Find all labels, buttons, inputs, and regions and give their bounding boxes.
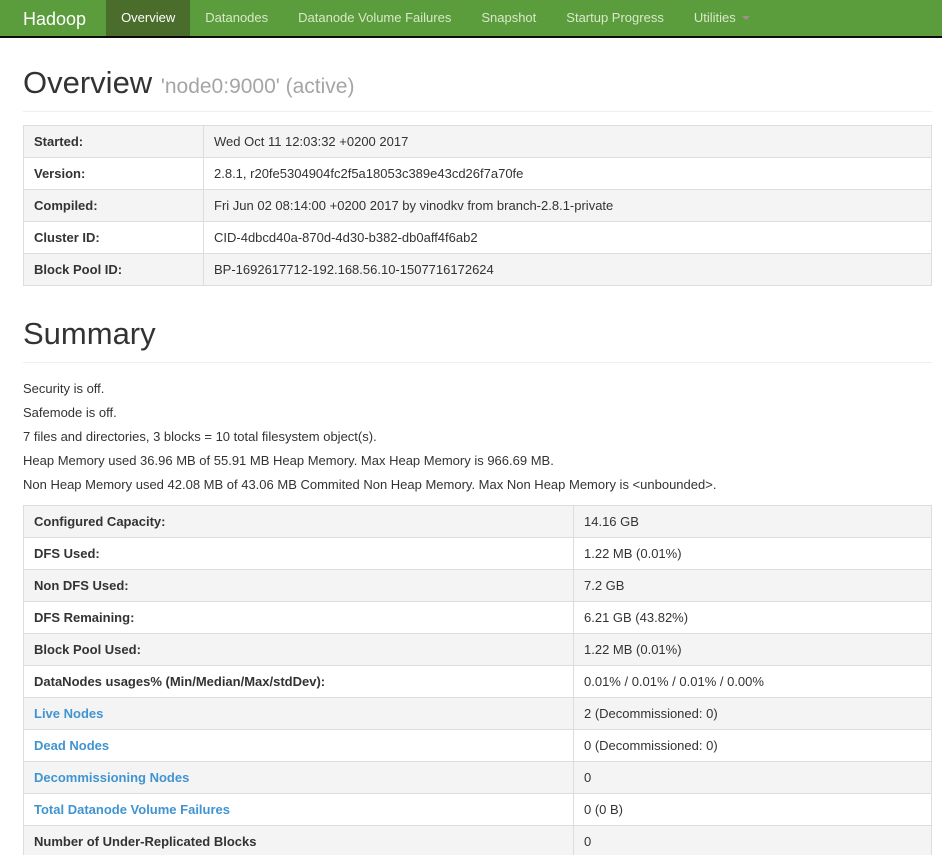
- total-datanode-volume-failures-link[interactable]: Total Datanode Volume Failures: [34, 802, 230, 817]
- table-row: DFS Remaining: 6.21 GB (43.82%): [23, 601, 932, 634]
- hadoop-brand-link[interactable]: Hadoop: [0, 0, 106, 36]
- table-row: DataNodes usages% (Min/Median/Max/stdDev…: [23, 665, 932, 698]
- row-value-started: Wed Oct 11 12:03:32 +0200 2017: [203, 125, 932, 158]
- chevron-down-icon: [741, 16, 750, 20]
- tab-datanode-volume-failures[interactable]: Datanode Volume Failures: [283, 0, 466, 36]
- table-row: Block Pool Used: 1.22 MB (0.01%): [23, 633, 932, 666]
- title-divider: [23, 111, 932, 112]
- table-row: Non DFS Used: 7.2 GB: [23, 569, 932, 602]
- decommissioning-nodes-link[interactable]: Decommissioning Nodes: [34, 770, 189, 785]
- row-value-block-pool-id: BP-1692617712-192.168.56.10-150771617262…: [203, 253, 932, 286]
- row-label-datanodes-usages: DataNodes usages% (Min/Median/Max/stdDev…: [23, 665, 574, 698]
- live-nodes-link[interactable]: Live Nodes: [34, 706, 103, 721]
- table-row: Total Datanode Volume Failures 0 (0 B): [23, 793, 932, 826]
- row-value-under-replicated-blocks: 0: [573, 825, 932, 855]
- tab-datanodes[interactable]: Datanodes: [190, 0, 283, 36]
- security-status-text: Security is off.: [23, 381, 105, 396]
- table-row: Decommissioning Nodes 0: [23, 761, 932, 794]
- row-label-dfs-remaining: DFS Remaining:: [23, 601, 574, 634]
- row-value-block-pool-used: 1.22 MB (0.01%): [573, 633, 932, 666]
- row-label-non-dfs-used: Non DFS Used:: [23, 569, 574, 602]
- summary-divider: [23, 362, 932, 363]
- tab-startup-progress[interactable]: Startup Progress: [551, 0, 679, 36]
- row-value-decommissioning-nodes: 0: [573, 761, 932, 794]
- tab-utilities-dropdown[interactable]: Utilities: [679, 0, 765, 36]
- row-label-block-pool-used: Block Pool Used:: [23, 633, 574, 666]
- table-row: Version: 2.8.1, r20fe5304904fc2f5a18053c…: [23, 157, 932, 190]
- table-row: Dead Nodes 0 (Decommissioned: 0): [23, 729, 932, 762]
- main-content: Overview 'node0:9000' (active) Started: …: [0, 65, 942, 855]
- row-label-cluster-id: Cluster ID:: [23, 221, 204, 254]
- non-heap-memory-text: Non Heap Memory used 42.08 MB of 43.06 M…: [23, 477, 717, 492]
- row-value-dfs-remaining: 6.21 GB (43.82%): [573, 601, 932, 634]
- table-row: Cluster ID: CID-4dbcd40a-870d-4d30-b382-…: [23, 221, 932, 254]
- row-label-block-pool-id: Block Pool ID:: [23, 253, 204, 286]
- summary-section-title: Summary: [23, 316, 156, 351]
- row-value-non-dfs-used: 7.2 GB: [573, 569, 932, 602]
- table-row: Live Nodes 2 (Decommissioned: 0): [23, 697, 932, 730]
- table-row: Number of Under-Replicated Blocks 0: [23, 825, 932, 855]
- table-row: Compiled: Fri Jun 02 08:14:00 +0200 2017…: [23, 189, 932, 222]
- filesystem-objects-text: 7 files and directories, 3 blocks = 10 t…: [23, 429, 377, 444]
- row-value-live-nodes: 2 (Decommissioned: 0): [573, 697, 932, 730]
- row-label-under-replicated-blocks: Number of Under-Replicated Blocks: [23, 825, 574, 855]
- page-title: Overview 'node0:9000' (active): [23, 65, 932, 101]
- row-label-started: Started:: [23, 125, 204, 158]
- row-value-cluster-id: CID-4dbcd40a-870d-4d30-b382-db0aff4f6ab2: [203, 221, 932, 254]
- cluster-info-table: Started: Wed Oct 11 12:03:32 +0200 2017 …: [23, 125, 932, 286]
- tab-utilities-label: Utilities: [693, 10, 736, 25]
- row-value-dead-nodes: 0 (Decommissioned: 0): [573, 729, 932, 762]
- dead-nodes-link[interactable]: Dead Nodes: [34, 738, 109, 753]
- table-row: DFS Used: 1.22 MB (0.01%): [23, 537, 932, 570]
- row-value-dfs-used: 1.22 MB (0.01%): [573, 537, 932, 570]
- namenode-address-subtitle: 'node0:9000' (active): [160, 75, 355, 98]
- row-value-volume-failures: 0 (0 B): [573, 793, 932, 826]
- row-label-dfs-used: DFS Used:: [23, 537, 574, 570]
- heap-memory-text: Heap Memory used 36.96 MB of 55.91 MB He…: [23, 453, 554, 468]
- page-title-text: Overview: [23, 65, 153, 100]
- row-value-compiled: Fri Jun 02 08:14:00 +0200 2017 by vinodk…: [203, 189, 932, 222]
- table-row: Started: Wed Oct 11 12:03:32 +0200 2017: [23, 125, 932, 158]
- row-value-datanodes-usages: 0.01% / 0.01% / 0.01% / 0.00%: [573, 665, 932, 698]
- summary-table: Configured Capacity: 14.16 GB DFS Used: …: [23, 505, 932, 855]
- row-value-version: 2.8.1, r20fe5304904fc2f5a18053c389e43cd2…: [203, 157, 932, 190]
- row-value-configured-capacity: 14.16 GB: [573, 505, 932, 538]
- row-label-version: Version:: [23, 157, 204, 190]
- top-navbar: Hadoop Overview Datanodes Datanode Volum…: [0, 0, 942, 38]
- tab-overview[interactable]: Overview: [106, 0, 191, 36]
- table-row: Configured Capacity: 14.16 GB: [23, 505, 932, 538]
- table-row: Block Pool ID: BP-1692617712-192.168.56.…: [23, 253, 932, 286]
- row-label-configured-capacity: Configured Capacity:: [23, 505, 574, 538]
- safemode-status-text: Safemode is off.: [23, 405, 117, 420]
- tab-snapshot[interactable]: Snapshot: [466, 0, 551, 36]
- summary-status-lines: Security is off. Safemode is off. 7 file…: [23, 382, 932, 492]
- row-label-compiled: Compiled:: [23, 189, 204, 222]
